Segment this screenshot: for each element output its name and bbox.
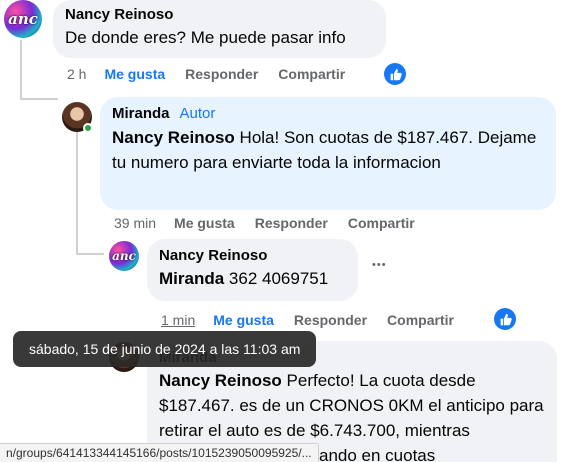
comment-author[interactable]: Miranda [112,105,170,122]
comment-header: Miranda Autor [112,105,544,123]
avatar[interactable]: anc [4,0,42,38]
thread-line [76,253,104,255]
comment-time[interactable]: 39 min [114,215,156,231]
comment-time[interactable]: 2 h [67,66,86,82]
reply-button[interactable]: Responder [185,66,258,82]
like-reaction-icon[interactable] [384,63,406,85]
timestamp-tooltip: sábado, 15 de junio de 2024 a las 11:03 … [13,331,317,367]
comment-author[interactable]: Nancy Reinoso [159,247,346,264]
mention-link[interactable]: Miranda [159,269,224,288]
comment-bubble: Nancy Reinoso De donde eres? Me puede pa… [53,0,386,58]
avatar-text: anc [8,10,38,28]
comment-time[interactable]: 1 min [161,312,195,328]
more-options-icon[interactable]: ••• [372,259,387,271]
online-status-icon [83,123,93,133]
comment-text: De donde eres? Me puede pasar info [65,28,346,47]
reply-button[interactable]: Responder [294,312,367,328]
comment-actions: 39 min Me gusta Responder Compartir [114,215,435,231]
thread-line [20,98,58,100]
thread-line [76,130,78,253]
comment-bubble: Miranda Autor Nancy Reinoso Hola! Son cuo… [100,97,556,210]
status-bar-url: n/groups/641413344145166/posts/101523905… [0,443,319,462]
mention-link[interactable]: Nancy Reinoso [112,128,235,147]
avatar[interactable]: anc [109,241,139,271]
avatar-text: anc [112,249,136,263]
share-button[interactable]: Compartir [348,215,415,231]
thread-line [20,40,22,100]
author-badge: Autor [179,105,216,122]
share-button[interactable]: Compartir [278,66,345,82]
like-reaction-icon[interactable] [494,308,516,330]
comment-actions: 1 min Me gusta Responder Compartir [161,312,474,328]
like-button[interactable]: Me gusta [174,215,235,231]
comment-actions: 2 h Me gusta Responder Compartir [67,66,365,82]
comment-bubble: Nancy Reinoso Miranda 362 4069751 [147,239,358,301]
comment-author[interactable]: Nancy Reinoso [65,6,374,23]
comment-text: Miranda 362 4069751 [159,266,346,291]
share-button[interactable]: Compartir [387,312,454,328]
comment-body-partial: ando en cuotas [319,446,436,462]
mention-link[interactable]: Nancy Reinoso [159,371,282,390]
reply-button[interactable]: Responder [255,215,328,231]
comment-text: Nancy Reinoso Hola! Son cuotas de $187.4… [112,125,544,175]
like-button[interactable]: Me gusta [213,312,274,328]
like-button[interactable]: Me gusta [104,66,165,82]
comment-body: 362 4069751 [228,269,329,288]
